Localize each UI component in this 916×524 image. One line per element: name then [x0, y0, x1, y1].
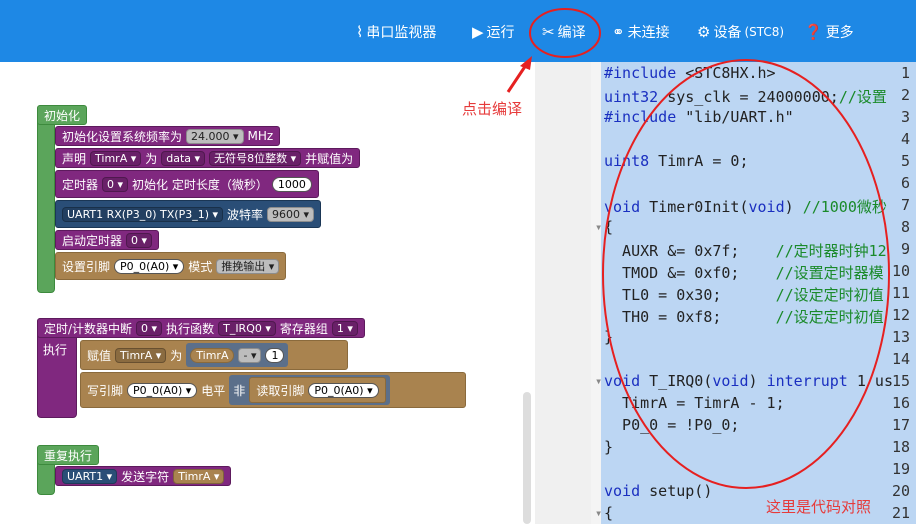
- line-number: 2: [900, 86, 910, 104]
- line-number: 17: [891, 416, 910, 434]
- start-timer-block[interactable]: 启动定时器 0 ▾: [55, 230, 160, 250]
- write-pin-dropdown[interactable]: P0_0(A0) ▾: [127, 382, 198, 398]
- read-pin-dropdown[interactable]: P0_0(A0) ▾: [308, 382, 379, 398]
- device-button[interactable]: ⚙ 设备 (STC8): [697, 22, 784, 42]
- code-panel[interactable]: 1 2 3 4 5 6 7 8 9 10 11 12 13 14 15 16 17 18 19 20 21 #inclu…: [535, 62, 916, 524]
- exec-label: 执行: [43, 342, 68, 357]
- start-timer-dropdown[interactable]: 0 ▾: [126, 232, 153, 248]
- line-number: 20: [891, 482, 910, 500]
- line-number: 5: [900, 152, 910, 170]
- var-dropdown[interactable]: TimrA ▾: [90, 150, 142, 166]
- write-pin-block[interactable]: 写引脚 P0_0(A0) ▾ 电平 非 读取引脚 P0_0(A0) ▾: [80, 372, 466, 408]
- init-block-spine: [37, 105, 55, 293]
- more-button[interactable]: ❓ 更多: [804, 22, 854, 42]
- line-number: 13: [891, 328, 910, 346]
- set-freq-block[interactable]: 初始化设置系统频率为 24.000 ▾ MHz: [55, 126, 281, 146]
- play-icon: ▶: [472, 23, 484, 41]
- line-gutter: [535, 62, 591, 524]
- code-line-7: void Timer0Init(void) //1000微秒: [604, 196, 887, 217]
- fold-icon[interactable]: ▾: [595, 220, 602, 234]
- line-number: 11: [891, 284, 910, 302]
- serial-monitor-button[interactable]: ⌇ 串口监视器: [356, 22, 436, 42]
- code-line-2: uint32 sys_clk = 24000000;//设置: [604, 86, 887, 107]
- read-pin-block[interactable]: 读取引脚 P0_0(A0) ▾: [249, 377, 386, 403]
- send-var-dropdown[interactable]: TimrA ▾: [173, 468, 225, 484]
- init-block[interactable]: 初始化: [37, 105, 88, 125]
- op-dropdown[interactable]: - ▾: [238, 347, 262, 363]
- line-number: 3: [900, 108, 910, 126]
- run-button[interactable]: ▶ 运行: [472, 22, 515, 42]
- line-number: 19: [891, 460, 910, 478]
- assign-block[interactable]: 赋值 TimrA ▾ 为 TimrA - ▾ 1: [80, 340, 348, 370]
- code-line-10: TMOD &= 0xf0; //设置定时器模: [604, 262, 884, 283]
- uart-dropdown[interactable]: UART1 RX(P3_0) TX(P3_1) ▾: [62, 206, 224, 222]
- annotation-code-compare: 这里是代码对照: [766, 498, 872, 516]
- code-line-17: P0_0 = !P0_0;: [604, 416, 740, 434]
- code-line-18: }: [604, 438, 614, 456]
- assign-var-dropdown[interactable]: TimrA ▾: [115, 347, 167, 363]
- code-line-1: #include <STC8HX.h>: [604, 64, 776, 82]
- line-number: 7: [900, 196, 910, 214]
- code-line-13: }: [604, 328, 614, 346]
- block-workspace[interactable]: 初始化 初始化设置系统频率为 24.000 ▾ MHz 声明 TimrA ▾ 为…: [0, 62, 535, 524]
- line-number: 21: [891, 504, 910, 522]
- code-line-12: TH0 = 0xf8; //设定定时初值: [604, 306, 884, 327]
- code-line-9: AUXR &= 0x7f; //定时器时钟12: [604, 240, 887, 261]
- timer-dropdown[interactable]: 0 ▾: [102, 176, 129, 192]
- mode-dropdown[interactable]: 推挽输出 ▾: [216, 258, 280, 274]
- annotation-click-compile: 点击编译: [462, 100, 523, 118]
- type-dropdown[interactable]: 无符号8位整数 ▾: [209, 150, 302, 166]
- line-number: 6: [900, 174, 910, 192]
- set-pin-block[interactable]: 设置引脚 P0_0(A0) ▾ 模式 推挽输出 ▾: [55, 252, 287, 280]
- gear-icon: ⚙: [697, 23, 711, 41]
- storage-dropdown[interactable]: data ▾: [161, 150, 206, 166]
- isr-block[interactable]: 定时/计数器中断 0 ▾ 执行函数 T_IRQ0 ▾ 寄存器组 1 ▾: [37, 318, 365, 338]
- code-line-3: #include "lib/UART.h": [604, 108, 794, 126]
- line-number: 10: [891, 262, 910, 280]
- line-number: 18: [891, 438, 910, 456]
- chart-icon: ⌇: [356, 23, 364, 41]
- line-number: 12: [891, 306, 910, 324]
- loop-block[interactable]: 重复执行: [37, 445, 100, 465]
- math-block[interactable]: TimrA - ▾ 1: [186, 343, 289, 367]
- code-line-15: void T_IRQ0(void) interrupt 1 us: [604, 372, 893, 390]
- line-number: 8: [900, 218, 910, 236]
- fold-icon[interactable]: ▾: [595, 374, 602, 388]
- uart-block[interactable]: UART1 RX(P3_0) TX(P3_1) ▾ 波特率 9600 ▾: [55, 200, 322, 228]
- line-number: 1: [900, 64, 910, 82]
- operand-field[interactable]: 1: [265, 347, 285, 363]
- code-line-21: {: [604, 504, 614, 522]
- code-line-20: void setup(): [604, 482, 713, 500]
- code-line-5: uint8 TimrA = 0;: [604, 152, 749, 170]
- uart-send-block[interactable]: UART1 ▾ 发送字符 TimrA ▾: [55, 466, 232, 486]
- line-number: 16: [891, 394, 910, 412]
- connect-button[interactable]: ⚭ 未连接: [612, 22, 670, 42]
- reg-dropdown[interactable]: 1 ▾: [331, 320, 358, 336]
- top-toolbar: ⌇ 串口监视器 ▶ 运行 ✂ 编译 ⚭ 未连接 ⚙ 设备 (STC8) ❓ 更多: [0, 0, 916, 62]
- link-icon: ⚭: [612, 23, 625, 41]
- timer-length-field[interactable]: 1000: [271, 176, 312, 192]
- func-dropdown[interactable]: T_IRQ0 ▾: [218, 320, 276, 336]
- not-block[interactable]: 非 读取引脚 P0_0(A0) ▾: [229, 375, 390, 405]
- workspace-scrollbar[interactable]: [523, 392, 531, 524]
- uart-send-dropdown[interactable]: UART1 ▾: [62, 468, 118, 484]
- pin-dropdown[interactable]: P0_0(A0) ▾: [114, 258, 185, 274]
- code-line-11: TL0 = 0x30; //设定定时初值: [604, 284, 884, 305]
- question-icon: ❓: [804, 23, 823, 41]
- wrench-icon: ✂: [542, 23, 555, 41]
- line-number: 14: [891, 350, 910, 368]
- freq-dropdown[interactable]: 24.000 ▾: [186, 128, 244, 144]
- timer-init-block[interactable]: 定时器 0 ▾ 初始化 定时长度（微秒） 1000: [55, 170, 319, 198]
- code-line-16: TimrA = TimrA - 1;: [604, 394, 785, 412]
- baud-dropdown[interactable]: 9600 ▾: [267, 206, 315, 222]
- compile-button[interactable]: ✂ 编译: [542, 22, 586, 42]
- line-number: 9: [900, 240, 910, 258]
- fold-icon[interactable]: ▾: [595, 506, 602, 520]
- line-number: 15: [891, 372, 910, 390]
- declare-block[interactable]: 声明 TimrA ▾ 为 data ▾ 无符号8位整数 ▾ 并赋值为: [55, 148, 361, 168]
- isr-dropdown[interactable]: 0 ▾: [136, 320, 163, 336]
- line-number: 4: [900, 130, 910, 148]
- code-line-8: {: [604, 218, 614, 236]
